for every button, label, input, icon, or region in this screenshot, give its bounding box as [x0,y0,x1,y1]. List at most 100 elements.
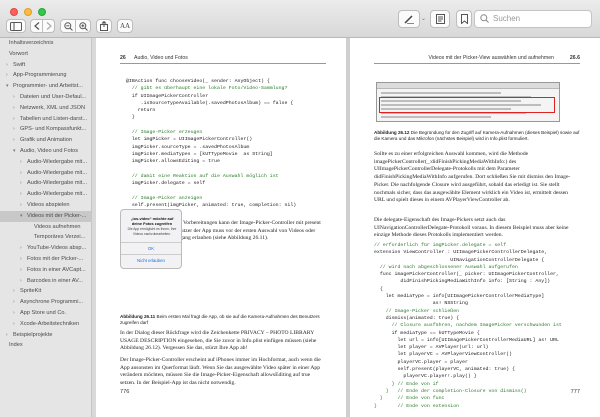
chevron-right-icon[interactable]: › [20,276,22,287]
chevron-right-icon[interactable]: › [13,297,15,308]
page-number: 777 [570,389,580,395]
chevron-right-icon[interactable]: › [13,114,15,125]
left-page-header: 26 Audio, Video und Fotos [120,54,326,64]
sidebar-toggle-button[interactable] [6,19,26,33]
sidebar-item-label: Xcode-Arbeitstechniken [20,320,80,327]
code-line: let url = info[UIImagePickerControllerMe… [374,337,559,343]
alert-ok-button: OK [121,242,181,254]
sidebar-item[interactable]: › Grafik und Animation [0,135,91,146]
zoom-out-button[interactable] [60,19,76,33]
sidebar-item[interactable]: › Beispielprojekte [0,330,91,341]
sidebar-item[interactable]: Vorwort [0,49,91,60]
chevron-down-icon[interactable]: ▾ [6,81,9,92]
chevron-right-icon[interactable]: › [20,157,22,168]
chevron-left-icon [33,22,39,30]
sidebar-item[interactable]: ▾ Videos mit der Picker-... [0,210,91,222]
chevron-down-icon[interactable]: ▾ [13,146,16,157]
sidebar-item[interactable]: ▾ Audio, Video und Fotos [0,146,91,157]
sidebar-item-label: Fotos mit der Picker-... [27,255,84,262]
chevron-down-icon[interactable]: ▾ [20,211,23,222]
sidebar-item[interactable]: › Fotos in einer AVCapt... [0,265,91,276]
highlight-button[interactable] [398,10,420,28]
chevron-right-icon[interactable]: › [20,189,22,200]
sidebar-item[interactable]: › Barcodes in einer AV... [0,276,91,287]
code-line: return [126,108,156,114]
chevron-right-icon[interactable]: › [13,319,15,330]
sidebar-item[interactable]: › App Store und Co. [0,308,91,319]
code-line: } // Ende von if [374,381,439,387]
chevron-right-icon[interactable]: › [13,103,15,114]
sidebar-item[interactable]: › Videos abspielen [0,200,91,211]
sidebar-item[interactable]: › Dateien und User-Defaul... [0,92,91,103]
chevron-right-icon[interactable]: › [6,70,8,81]
sidebar-item[interactable]: › YouTube-Videos absp... [0,243,91,254]
sidebar-item[interactable]: › GPS- und Kompassfunkt... [0,124,91,135]
appearance-button[interactable]: AA [117,19,133,33]
sidebar-item[interactable]: › Netzwerk, XML und JSON [0,103,91,114]
search-field[interactable]: Suchen [474,10,592,28]
sidebar-item[interactable]: › Asynchrone Programmi... [0,297,91,308]
code-line: imgPicker.delegate = self [126,181,206,187]
code-line: imgPicker.mediaTypes = [kUTTypeMovie as … [126,151,273,157]
chevron-right-icon[interactable]: › [13,124,15,135]
sidebar-item[interactable]: › Audio-Wiedergabe mit... [0,168,91,179]
sidebar-item[interactable]: › Fotos mit der Picker-... [0,254,91,265]
sidebar-item[interactable]: › Xcode-Arbeitstechniken [0,319,91,330]
zoom-out-icon [63,21,73,31]
chevron-right-icon[interactable]: › [13,135,15,146]
sidebar-item[interactable]: Videos aufnehmen [0,222,91,233]
chevron-right-icon[interactable]: › [13,308,15,319]
alert-deny-button: Nicht erlauben [121,254,181,267]
sidebar-item[interactable]: › SpriteKit [0,286,91,297]
sidebar-item[interactable]: › App-Programmierung [0,70,91,81]
code-line: } // Ende von extension [374,403,460,409]
sidebar-item-label: Swift [13,61,26,68]
chevron-right-icon[interactable]: › [20,168,22,179]
code-line: // Image-Picker anzeigen [126,195,203,201]
code-line: as! NSString [374,301,468,307]
chevron-right-icon[interactable]: › [20,265,22,276]
chevron-right-icon[interactable]: › [20,243,22,254]
notes-button[interactable] [430,10,450,28]
chevron-right-icon[interactable]: › [6,330,8,341]
share-button[interactable] [96,19,112,33]
body-paragraph: Der Image-Picker-Controller erscheint au… [120,357,321,387]
chevron-right-icon[interactable]: › [20,254,22,265]
screenshot-row [381,92,501,94]
chevron-right-icon[interactable]: › [6,60,8,71]
sidebar-item[interactable]: › Tabellen und Listen-darst... [0,114,91,125]
sidebar-item-label: Audio-Wiedergabe mit... [27,191,88,198]
sidebar-item[interactable]: Index [0,340,91,351]
sidebar-item[interactable]: › Swift [0,60,91,71]
sidebar-item-label: Videos aufnehmen [34,223,81,230]
code-listing: @IBAction func chooseVideo(_ sender: Any… [126,78,326,217]
minimize-window-button[interactable] [24,8,32,16]
sidebar-item[interactable]: ▾ Programmier- und Arbeitst... [0,81,91,92]
sidebar-item[interactable]: › Audio-Wiedergabe mit... [0,157,91,168]
zoom-window-button[interactable] [38,8,46,16]
sidebar-item[interactable]: › Audio-Wiedergabe mit... [0,178,91,189]
search-placeholder: Suchen [493,14,521,23]
bookmark-button[interactable] [456,10,472,28]
chevron-right-icon[interactable]: › [20,178,22,189]
sidebar-item-label: Asynchrone Programmi... [20,299,84,306]
close-window-button[interactable] [10,8,18,16]
highlight-menu-chevron-icon[interactable]: ⌄ [421,15,426,22]
sidebar-item-label: Audio, Video und Fotos [20,147,79,154]
bookmark-icon [460,14,468,24]
chevron-right-icon[interactable]: › [20,200,22,211]
sidebar-item[interactable]: › Audio-Wiedergabe mit... [0,189,91,200]
sidebar-item[interactable]: Temporäres Verzei... [0,232,91,243]
chevron-right-icon[interactable]: › [13,92,15,103]
code-line: let imgPicker = UIImagePickerController(… [126,137,253,143]
chapter-number: 26 [120,55,126,61]
forward-button[interactable] [42,19,55,33]
zoom-in-button[interactable] [75,19,91,33]
sidebar-item[interactable]: Inhaltsverzeichnis [0,38,91,49]
sidebar-item-label: Videos mit der Picker-... [27,212,87,219]
permission-alert-figure: „ios-video“ möchte auf deine Fotos zugre… [120,209,182,269]
chevron-right-icon[interactable]: › [13,286,15,297]
code-listing: // erforderlich für imgPicker.delegate =… [374,242,584,410]
share-icon [100,21,108,31]
